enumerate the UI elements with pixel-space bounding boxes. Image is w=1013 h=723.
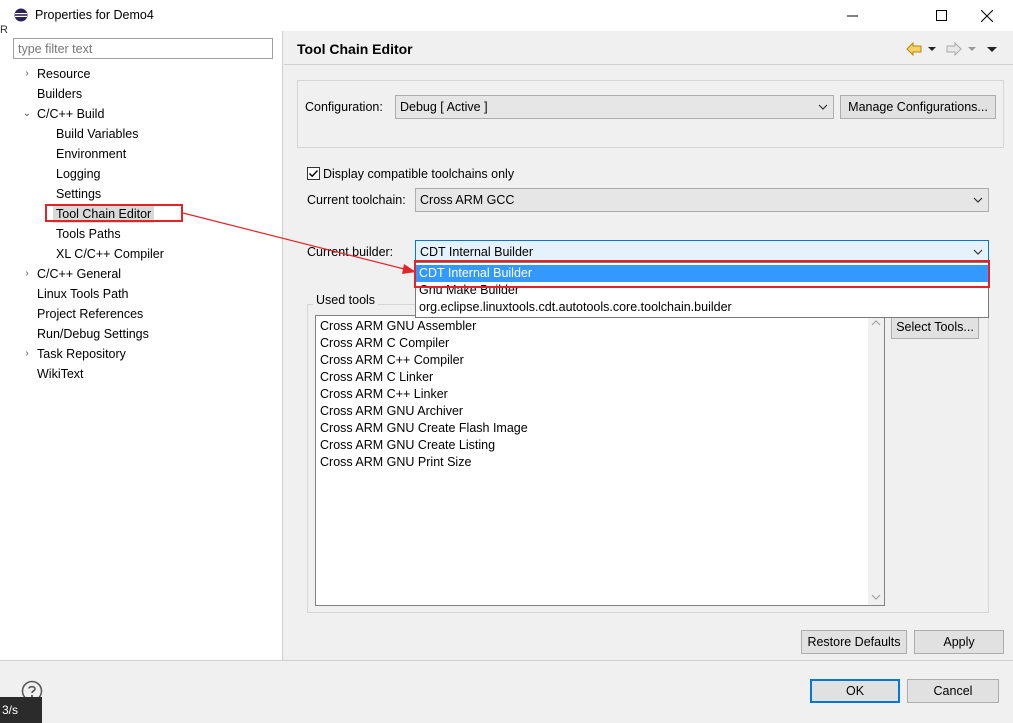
close-button[interactable] — [964, 0, 1010, 31]
tree-item-label: XL C/C++ Compiler — [56, 247, 164, 261]
used-tools-label: Used tools — [313, 293, 379, 307]
compatible-toolchains-label[interactable]: Display compatible toolchains only — [323, 167, 514, 181]
title-separator — [284, 64, 1013, 65]
tree-item-wikitext[interactable]: WikiText — [37, 365, 84, 383]
chevron-down-icon — [968, 47, 976, 51]
minimize-button[interactable] — [829, 0, 875, 31]
forward-arrow-icon — [946, 41, 962, 57]
forward-nav-button[interactable] — [945, 41, 963, 57]
tree-item-label: C/C++ Build — [37, 107, 105, 121]
forward-history-dropdown[interactable] — [967, 43, 977, 55]
tree-item-label: Build Variables — [56, 127, 139, 141]
used-tools-list[interactable]: Cross ARM GNU Assembler Cross ARM C Compi… — [315, 315, 885, 606]
tool-list-item[interactable]: Cross ARM GNU Create Flash Image — [320, 420, 528, 437]
tools-list-scrollbar[interactable] — [868, 316, 884, 605]
tool-list-item[interactable]: Cross ARM GNU Assembler — [320, 318, 476, 335]
scroll-down-icon[interactable] — [871, 592, 881, 602]
tool-list-item[interactable]: Cross ARM C++ Compiler — [320, 352, 464, 369]
current-builder-label: Current builder: — [307, 245, 394, 259]
tree-item-label: Linux Tools Path — [37, 287, 129, 301]
tree-item-label: Project References — [37, 307, 144, 321]
manage-configurations-button[interactable]: Manage Configurations... — [840, 95, 996, 119]
tree-item-label: Tools Paths — [56, 227, 121, 241]
tree-selection-highlight — [45, 204, 183, 222]
tree-item-run-debug-settings[interactable]: Run/Debug Settings — [37, 325, 149, 343]
compatible-toolchains-checkbox[interactable] — [307, 167, 320, 180]
tree-item-settings[interactable]: Settings — [56, 185, 101, 203]
restore-defaults-button[interactable]: Restore Defaults — [801, 630, 907, 654]
tree-item-label: Resource — [37, 67, 91, 81]
expanded-chevron-icon[interactable]: ⌄ — [21, 105, 33, 123]
window-title: Properties for Demo4 — [35, 8, 154, 22]
tree-item-project-references[interactable]: Project References — [37, 305, 143, 323]
tree-item-label: C/C++ General — [37, 267, 122, 281]
tree-item-c-c-general[interactable]: › C/C++ General — [25, 265, 122, 283]
close-icon — [981, 9, 993, 22]
chevron-down-icon — [818, 104, 828, 110]
tree-item-task-repository[interactable]: › Task Repository — [25, 345, 126, 363]
view-menu-icon — [987, 47, 997, 52]
tree-item-linux-tools-path[interactable]: Linux Tools Path — [37, 285, 129, 303]
tree-item-logging[interactable]: Logging — [56, 165, 101, 183]
checkmark-icon — [309, 170, 319, 178]
configuration-combo[interactable]: Debug [ Active ] — [395, 95, 834, 119]
collapsed-chevron-icon[interactable]: › — [21, 65, 33, 83]
background-fragment: R — [0, 24, 8, 36]
tool-list-item[interactable]: Cross ARM GNU Archiver — [320, 403, 463, 420]
tree-item-label: WikiText — [37, 367, 84, 381]
configuration-value: Debug [ Active ] — [400, 100, 488, 114]
tool-list-item[interactable]: Cross ARM C Linker — [320, 369, 433, 386]
tree-item-resource[interactable]: › Resource — [25, 65, 91, 83]
tree-item-label: Logging — [56, 167, 101, 181]
tree-item-label: Settings — [56, 187, 102, 201]
tool-list-item[interactable]: Cross ARM C++ Linker — [320, 386, 448, 403]
builder-option[interactable]: org.eclipse.linuxtools.cdt.autotools.cor… — [416, 299, 988, 316]
page-title: Tool Chain Editor — [297, 41, 413, 57]
tool-list-item[interactable]: Cross ARM GNU Print Size — [320, 454, 471, 471]
tree-item-c-c-build[interactable]: ⌄ C/C++ Build — [23, 105, 105, 123]
dropdown-selection-highlight — [414, 260, 990, 288]
tree-item-builders[interactable]: Builders — [37, 85, 82, 103]
tree-item-label: Environment — [56, 147, 127, 161]
current-toolchain-value: Cross ARM GCC — [420, 193, 515, 207]
tree-item-label: Task Repository — [37, 347, 126, 361]
filter-input[interactable] — [13, 38, 273, 59]
tool-list-item[interactable]: Cross ARM GNU Create Listing — [320, 437, 495, 454]
back-nav-button[interactable] — [905, 41, 923, 57]
maximize-icon — [935, 10, 947, 21]
configuration-label: Configuration: — [305, 100, 383, 114]
maximize-button[interactable] — [918, 0, 964, 31]
collapsed-chevron-icon[interactable]: › — [21, 265, 33, 283]
tree-item-tools-paths[interactable]: Tools Paths — [56, 225, 121, 243]
taskbar-fragment: 3/s — [0, 697, 42, 723]
select-tools-button[interactable]: Select Tools... — [891, 315, 979, 339]
minimize-icon — [846, 15, 858, 17]
current-builder-value: CDT Internal Builder — [420, 245, 534, 259]
tree-item-build-variables[interactable]: Build Variables — [56, 125, 138, 143]
current-toolchain-label: Current toolchain: — [307, 193, 406, 207]
chevron-down-icon — [973, 197, 983, 203]
tree-item-environment[interactable]: Environment — [56, 145, 126, 163]
back-arrow-icon — [906, 41, 922, 57]
ok-button[interactable]: OK — [810, 679, 900, 703]
current-toolchain-combo[interactable]: Cross ARM GCC — [415, 188, 989, 212]
tree-item-label: Builders — [37, 87, 83, 101]
view-menu-button[interactable] — [986, 43, 998, 55]
footer-separator — [0, 660, 1013, 661]
collapsed-chevron-icon[interactable]: › — [21, 345, 33, 363]
eclipse-logo-icon — [14, 8, 28, 22]
scroll-up-icon[interactable] — [871, 318, 881, 328]
apply-button[interactable]: Apply — [914, 630, 1004, 654]
chevron-down-icon — [928, 47, 936, 51]
tree-item-label: Run/Debug Settings — [37, 327, 149, 341]
tool-list-item[interactable]: Cross ARM C Compiler — [320, 335, 449, 352]
back-history-dropdown[interactable] — [927, 43, 937, 55]
cancel-button[interactable]: Cancel — [907, 679, 999, 703]
tree-item-xl-c-c-compiler[interactable]: XL C/C++ Compiler — [56, 245, 164, 263]
